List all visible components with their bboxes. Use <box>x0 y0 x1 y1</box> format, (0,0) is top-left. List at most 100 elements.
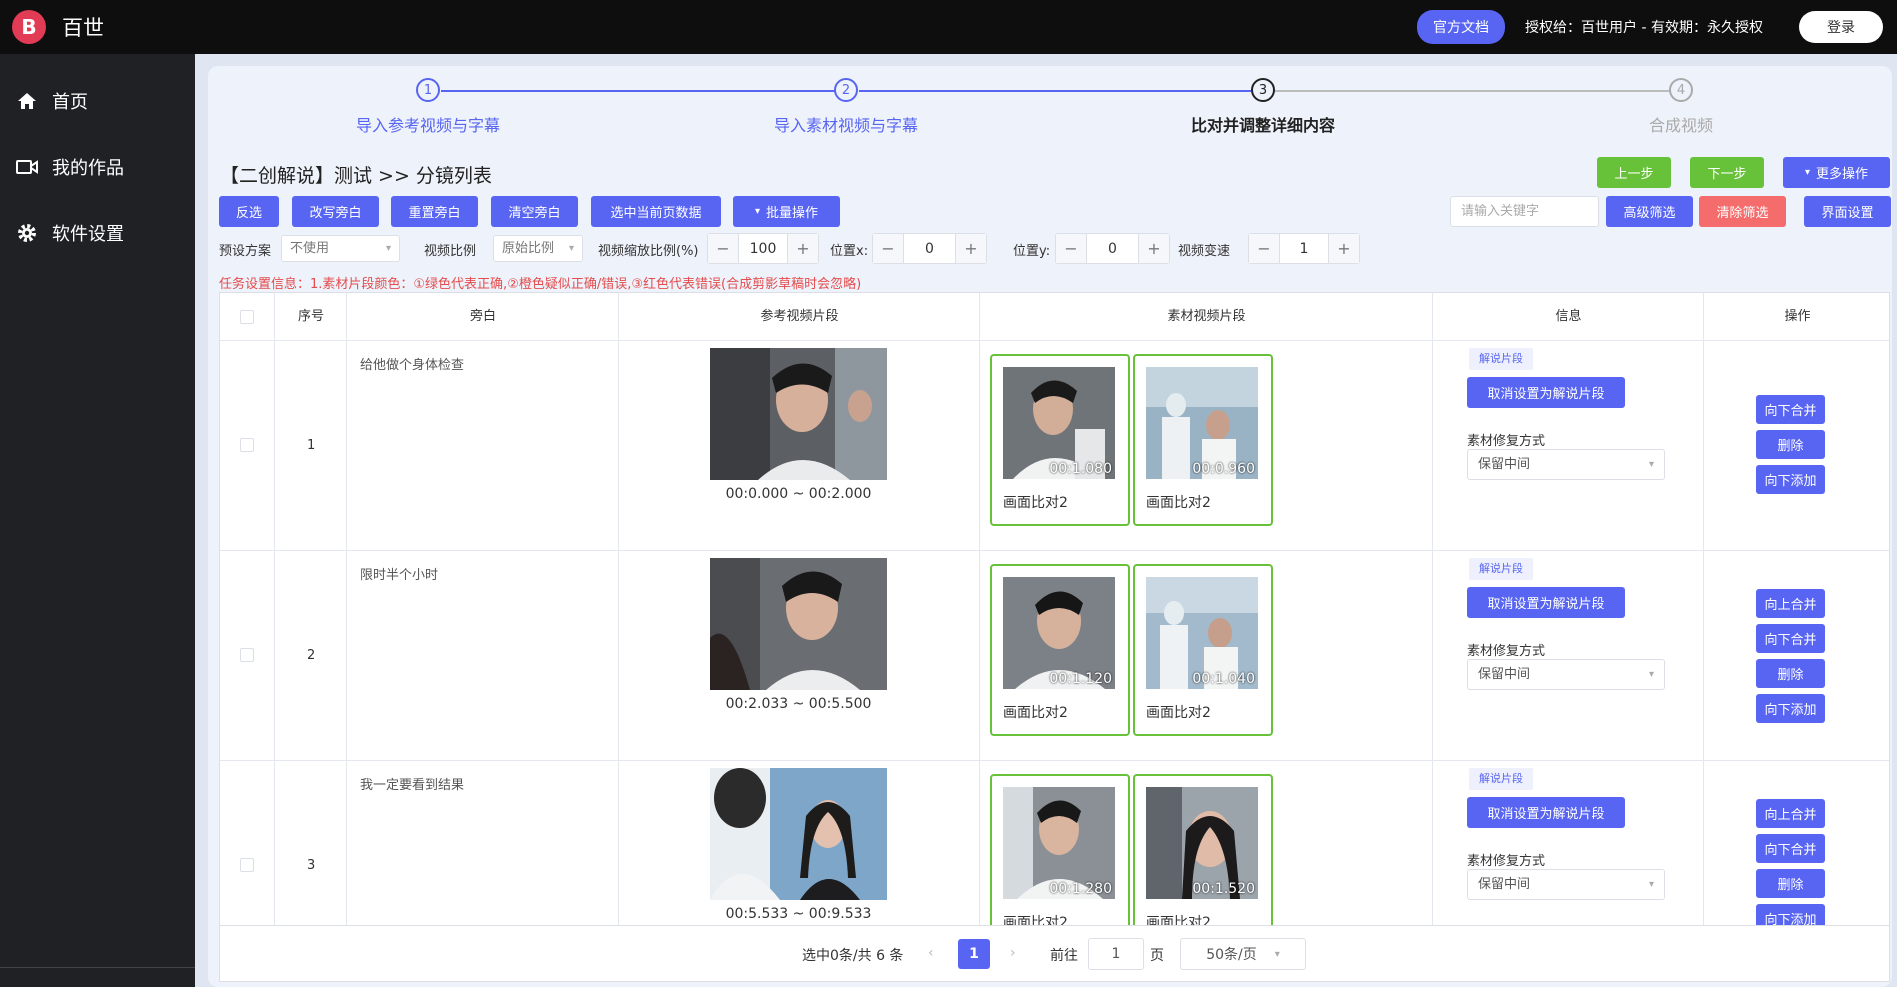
logo-letter: B <box>21 15 37 39</box>
material-label: 画面比对2 <box>1003 915 1068 926</box>
material-thumbnail: 00:0.960 <box>1146 367 1258 479</box>
minus-icon[interactable]: − <box>1249 234 1279 263</box>
material-clip-card[interactable]: 00:1.040 画面比对2 <box>1133 564 1273 736</box>
step-number: 4 <box>1676 82 1686 98</box>
material-duration: 00:1.520 <box>1192 881 1255 897</box>
ui-settings-button[interactable]: 界面设置 <box>1804 196 1891 227</box>
page-number-current[interactable]: 1 <box>958 939 990 969</box>
material-clip-card[interactable]: 00:0.960 画面比对2 <box>1133 354 1273 526</box>
page-size-select[interactable]: 50条/页 ▾ <box>1180 938 1306 970</box>
position-y-value[interactable]: 0 <box>1086 234 1139 263</box>
ref-video-thumbnail[interactable] <box>710 558 887 690</box>
sidebar-item-home[interactable]: 首页 <box>0 68 195 134</box>
repair-method-select[interactable]: 保留中间 ▾ <box>1467 449 1665 480</box>
plus-icon[interactable]: + <box>1329 234 1359 263</box>
row-index: 2 <box>307 648 316 663</box>
prev-step-button[interactable]: 上一步 <box>1597 157 1671 188</box>
material-clip-card[interactable]: 00:1.120 画面比对2 <box>990 564 1130 736</box>
login-button[interactable]: 登录 <box>1799 11 1883 43</box>
step-number: 2 <box>841 82 851 98</box>
sidebar-item-my-works[interactable]: 我的作品 <box>0 134 195 200</box>
repair-method-select[interactable]: 保留中间 ▾ <box>1467 869 1665 900</box>
select-current-page-button[interactable]: 选中当前页数据 <box>591 196 721 227</box>
sidebar-item-label: 首页 <box>52 92 88 113</box>
ref-video-thumbnail[interactable] <box>710 768 887 900</box>
merge-up-button[interactable]: 向上合并 <box>1756 589 1825 618</box>
row-checkbox[interactable] <box>240 858 254 872</box>
next-step-button[interactable]: 下一步 <box>1690 157 1764 188</box>
goto-page-input[interactable]: 1 <box>1088 938 1144 970</box>
minus-icon[interactable]: − <box>1056 234 1086 263</box>
material-clip-card[interactable]: 00:1.080 画面比对2 <box>990 354 1130 526</box>
position-x-stepper[interactable]: − 0 + <box>872 233 987 264</box>
row-checkbox[interactable] <box>240 648 254 662</box>
more-actions-button[interactable]: ▾ 更多操作 <box>1783 157 1890 188</box>
unset-narration-segment-button[interactable]: 取消设置为解说片段 <box>1467 377 1625 408</box>
row-narration[interactable]: 我一定要看到结果 <box>360 774 464 793</box>
step-4-circle: 4 <box>1669 78 1693 102</box>
plus-icon[interactable]: + <box>788 234 818 263</box>
chevron-down-icon: ▾ <box>1648 459 1654 470</box>
advanced-filter-button[interactable]: 高级筛选 <box>1606 196 1693 227</box>
clear-filter-button[interactable]: 清除筛选 <box>1699 196 1786 227</box>
position-x-value[interactable]: 0 <box>903 234 956 263</box>
chevron-down-icon: ▾ <box>1274 948 1280 960</box>
video-speed-value[interactable]: 1 <box>1279 234 1329 263</box>
chevron-down-icon: ▾ <box>1804 167 1810 178</box>
video-scale-value[interactable]: 100 <box>738 234 788 263</box>
row-narration[interactable]: 限时半个小时 <box>360 564 438 583</box>
step-number: 3 <box>1258 82 1268 98</box>
video-speed-stepper[interactable]: − 1 + <box>1248 233 1360 264</box>
video-scale-stepper[interactable]: − 100 + <box>707 233 819 264</box>
plus-icon[interactable]: + <box>1139 234 1169 263</box>
header-info: 信息 <box>1555 309 1582 324</box>
material-clip-card[interactable]: 00:1.520 画面比对2 <box>1133 774 1273 925</box>
row-checkbox[interactable] <box>240 438 254 452</box>
next-page-icon[interactable]: › <box>1010 945 1016 961</box>
add-below-button[interactable]: 向下添加 <box>1756 904 1825 925</box>
official-docs-button[interactable]: 官方文档 <box>1417 10 1506 44</box>
sidebar-item-settings[interactable]: 软件设置 <box>0 200 195 266</box>
material-thumbnail: 00:1.120 <box>1003 577 1115 689</box>
row-narration[interactable]: 给他做个身体检查 <box>360 354 464 373</box>
unset-narration-segment-button[interactable]: 取消设置为解说片段 <box>1467 797 1625 828</box>
material-label: 画面比对2 <box>1003 495 1068 511</box>
invert-select-button[interactable]: 反选 <box>219 196 279 227</box>
material-duration: 00:1.120 <box>1049 671 1112 687</box>
rewrite-narration-button[interactable]: 改写旁白 <box>292 196 379 227</box>
sidebar-item-label: 软件设置 <box>52 224 124 245</box>
merge-down-button[interactable]: 向下合并 <box>1756 395 1825 424</box>
plus-icon[interactable]: + <box>956 234 986 263</box>
reset-narration-button[interactable]: 重置旁白 <box>391 196 478 227</box>
unset-narration-segment-button[interactable]: 取消设置为解说片段 <box>1467 587 1625 618</box>
add-below-button[interactable]: 向下添加 <box>1756 465 1825 494</box>
ref-video-thumbnail[interactable] <box>710 348 887 480</box>
position-x-label: 位置x: <box>830 244 869 259</box>
home-icon <box>16 90 38 112</box>
delete-button[interactable]: 删除 <box>1756 659 1825 688</box>
step-line-2 <box>859 90 1251 92</box>
add-below-button[interactable]: 向下添加 <box>1756 694 1825 723</box>
selection-count: 选中0条/共 6 条 <box>802 948 904 964</box>
video-ratio-select[interactable]: 原始比例 ▾ <box>493 235 583 262</box>
merge-up-button[interactable]: 向上合并 <box>1756 799 1825 828</box>
material-clip-card[interactable]: 00:1.280 画面比对2 <box>990 774 1130 926</box>
delete-button[interactable]: 删除 <box>1756 869 1825 898</box>
header-narration: 旁白 <box>469 309 496 324</box>
keyword-search-input[interactable]: 请输入关键字 <box>1450 196 1599 227</box>
merge-down-button[interactable]: 向下合并 <box>1756 624 1825 653</box>
more-actions-label: 更多操作 <box>1816 167 1869 182</box>
batch-operation-button[interactable]: ▾ 批量操作 <box>733 196 840 227</box>
minus-icon[interactable]: − <box>873 234 903 263</box>
preset-select[interactable]: 不使用 ▾ <box>281 235 400 262</box>
merge-down-button[interactable]: 向下合并 <box>1756 834 1825 863</box>
step-2-circle: 2 <box>834 78 858 102</box>
repair-method-select[interactable]: 保留中间 ▾ <box>1467 659 1665 690</box>
repair-method-label: 素材修复方式 <box>1467 644 1546 659</box>
minus-icon[interactable]: − <box>708 234 738 263</box>
delete-button[interactable]: 删除 <box>1756 430 1825 459</box>
select-all-checkbox[interactable] <box>240 310 254 324</box>
prev-page-icon[interactable]: ‹ <box>928 945 934 961</box>
position-y-stepper[interactable]: − 0 + <box>1055 233 1170 264</box>
clear-narration-button[interactable]: 清空旁白 <box>491 196 578 227</box>
